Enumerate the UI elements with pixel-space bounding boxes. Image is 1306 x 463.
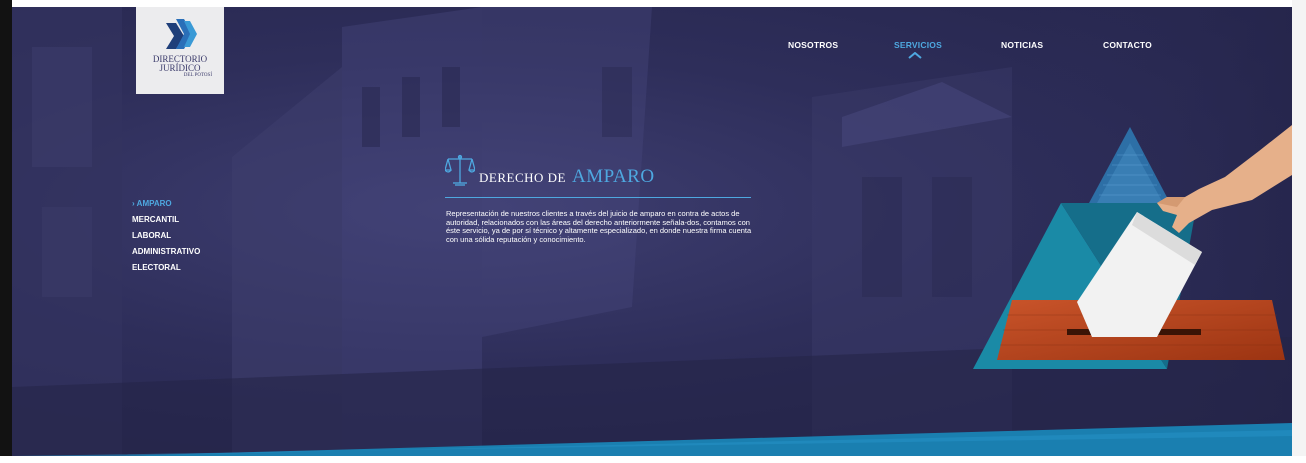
window-right-edge	[1292, 0, 1306, 463]
sidebar-item-electoral[interactable]: ELECTORAL	[132, 263, 181, 272]
logo-text-line2: JURÍDICO	[159, 63, 201, 73]
nav-servicios[interactable]: SERVICIOS	[894, 40, 942, 50]
page-top-edge	[0, 0, 1306, 7]
nav-nosotros[interactable]: NOSOTROS	[788, 40, 838, 50]
page-title-prefix: DERECHO DE	[479, 170, 566, 185]
active-nav-caret-icon	[908, 52, 922, 59]
service-description: Representación de nuestros clientes a tr…	[446, 209, 752, 244]
sidebar-item-label: AMPARO	[136, 199, 172, 208]
title-divider	[445, 197, 751, 198]
chevron-right-icon: ›	[132, 199, 135, 208]
sidebar-item-administrativo[interactable]: ADMINISTRATIVO	[132, 247, 200, 256]
hero-section: DIRECTORIO JURÍDICO DEL POTOSÍ NOSOTROS …	[12, 7, 1292, 456]
hand	[1157, 125, 1292, 233]
window-left-edge	[0, 0, 12, 463]
logo-text-line3: DEL POTOSÍ	[183, 73, 212, 78]
sidebar-item-laboral[interactable]: LABORAL	[132, 231, 171, 240]
ballot-box-illustration	[973, 125, 1292, 369]
logo[interactable]: DIRECTORIO JURÍDICO DEL POTOSÍ	[136, 7, 224, 94]
sidebar-item-amparo[interactable]: › AMPARO	[132, 199, 172, 208]
nav-contacto[interactable]: CONTACTO	[1103, 40, 1152, 50]
sidebar-item-mercantil[interactable]: MERCANTIL	[132, 215, 179, 224]
page-bottom-edge	[0, 456, 1306, 463]
page-title: AMPARO	[572, 166, 655, 187]
scales-of-justice-icon	[445, 154, 475, 186]
logo-chevrons-icon	[166, 19, 197, 49]
nav-noticias[interactable]: NOTICIAS	[1001, 40, 1043, 50]
